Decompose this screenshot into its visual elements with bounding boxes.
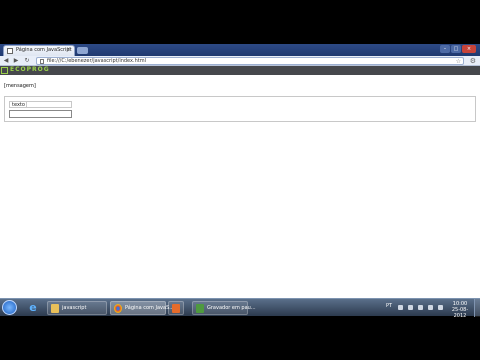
start-button[interactable]: [2, 300, 17, 315]
clock[interactable]: 10:00 25-08-2012: [449, 301, 471, 319]
new-tab-button[interactable]: [77, 47, 88, 54]
media-player-icon: [172, 304, 180, 313]
tab-title: Página com JavaScript: [16, 47, 72, 53]
page-content: [mensagem] texto: [0, 75, 480, 298]
task-chrome[interactable]: Página com JavaS...: [110, 301, 174, 315]
address-url: file:///C:/ebenezer/javascript/index.htm…: [47, 58, 146, 64]
wrench-icon[interactable]: ⚙: [470, 57, 476, 65]
task-media-player[interactable]: [168, 301, 184, 315]
task-explorer-folder[interactable]: javascript: [47, 301, 107, 315]
task-recorder[interactable]: Gravador em pau...: [192, 301, 256, 315]
volume-icon[interactable]: [428, 305, 433, 310]
tray-arrow-icon[interactable]: [398, 305, 403, 310]
forward-button[interactable]: ▶: [12, 57, 20, 65]
maximize-button[interactable]: □: [451, 45, 461, 53]
close-tab-icon[interactable]: ×: [66, 46, 71, 53]
field-divider: [26, 102, 27, 108]
clock-date: 25-08-2012: [451, 307, 469, 319]
internet-explorer-icon[interactable]: e: [26, 301, 40, 314]
minimize-button[interactable]: –: [440, 45, 450, 53]
show-desktop-button[interactable]: [474, 299, 480, 317]
battery-icon[interactable]: [438, 305, 443, 310]
task-label: Gravador em pau...: [207, 305, 256, 311]
close-window-button[interactable]: ×: [462, 45, 476, 53]
document-icon: [40, 59, 44, 64]
recorder-icon: [196, 304, 204, 313]
task-label: Página com JavaS...: [125, 305, 175, 311]
field-label-box: texto: [9, 101, 72, 108]
bookmark-star-icon[interactable]: ☆: [456, 58, 461, 65]
address-bar[interactable]: file:///C:/ebenezer/javascript/index.htm…: [36, 57, 464, 65]
page-icon: [7, 48, 13, 54]
watermark-banner: ECOPROG: [0, 66, 480, 75]
system-tray: PT: [386, 302, 448, 314]
text-input[interactable]: [9, 110, 72, 118]
video-frame: Página com JavaScript × – □ × ◀ ▶ ↻ file…: [0, 0, 480, 360]
tab-active[interactable]: Página com JavaScript ×: [3, 45, 75, 56]
chrome-icon: [114, 304, 122, 313]
network-icon[interactable]: [418, 305, 423, 310]
browser-titlebar: Página com JavaScript × – □ ×: [0, 44, 480, 56]
logo-mark: [1, 67, 8, 74]
back-button[interactable]: ◀: [2, 57, 10, 65]
logo-text: ECOPROG: [10, 66, 50, 73]
flag-icon[interactable]: [408, 305, 413, 310]
windows-taskbar: e javascript Página com JavaS... Gravado…: [0, 298, 480, 319]
form-fieldset: texto: [4, 96, 476, 122]
task-label: javascript: [62, 305, 87, 311]
window-controls: – □ ×: [440, 45, 476, 53]
language-indicator[interactable]: PT: [386, 303, 392, 309]
message-text: [mensagem]: [4, 83, 36, 89]
reload-button[interactable]: ↻: [23, 57, 31, 65]
field-legend: texto: [12, 102, 25, 108]
folder-icon: [51, 304, 59, 313]
browser-toolbar: ◀ ▶ ↻ file:///C:/ebenezer/javascript/ind…: [0, 56, 480, 66]
